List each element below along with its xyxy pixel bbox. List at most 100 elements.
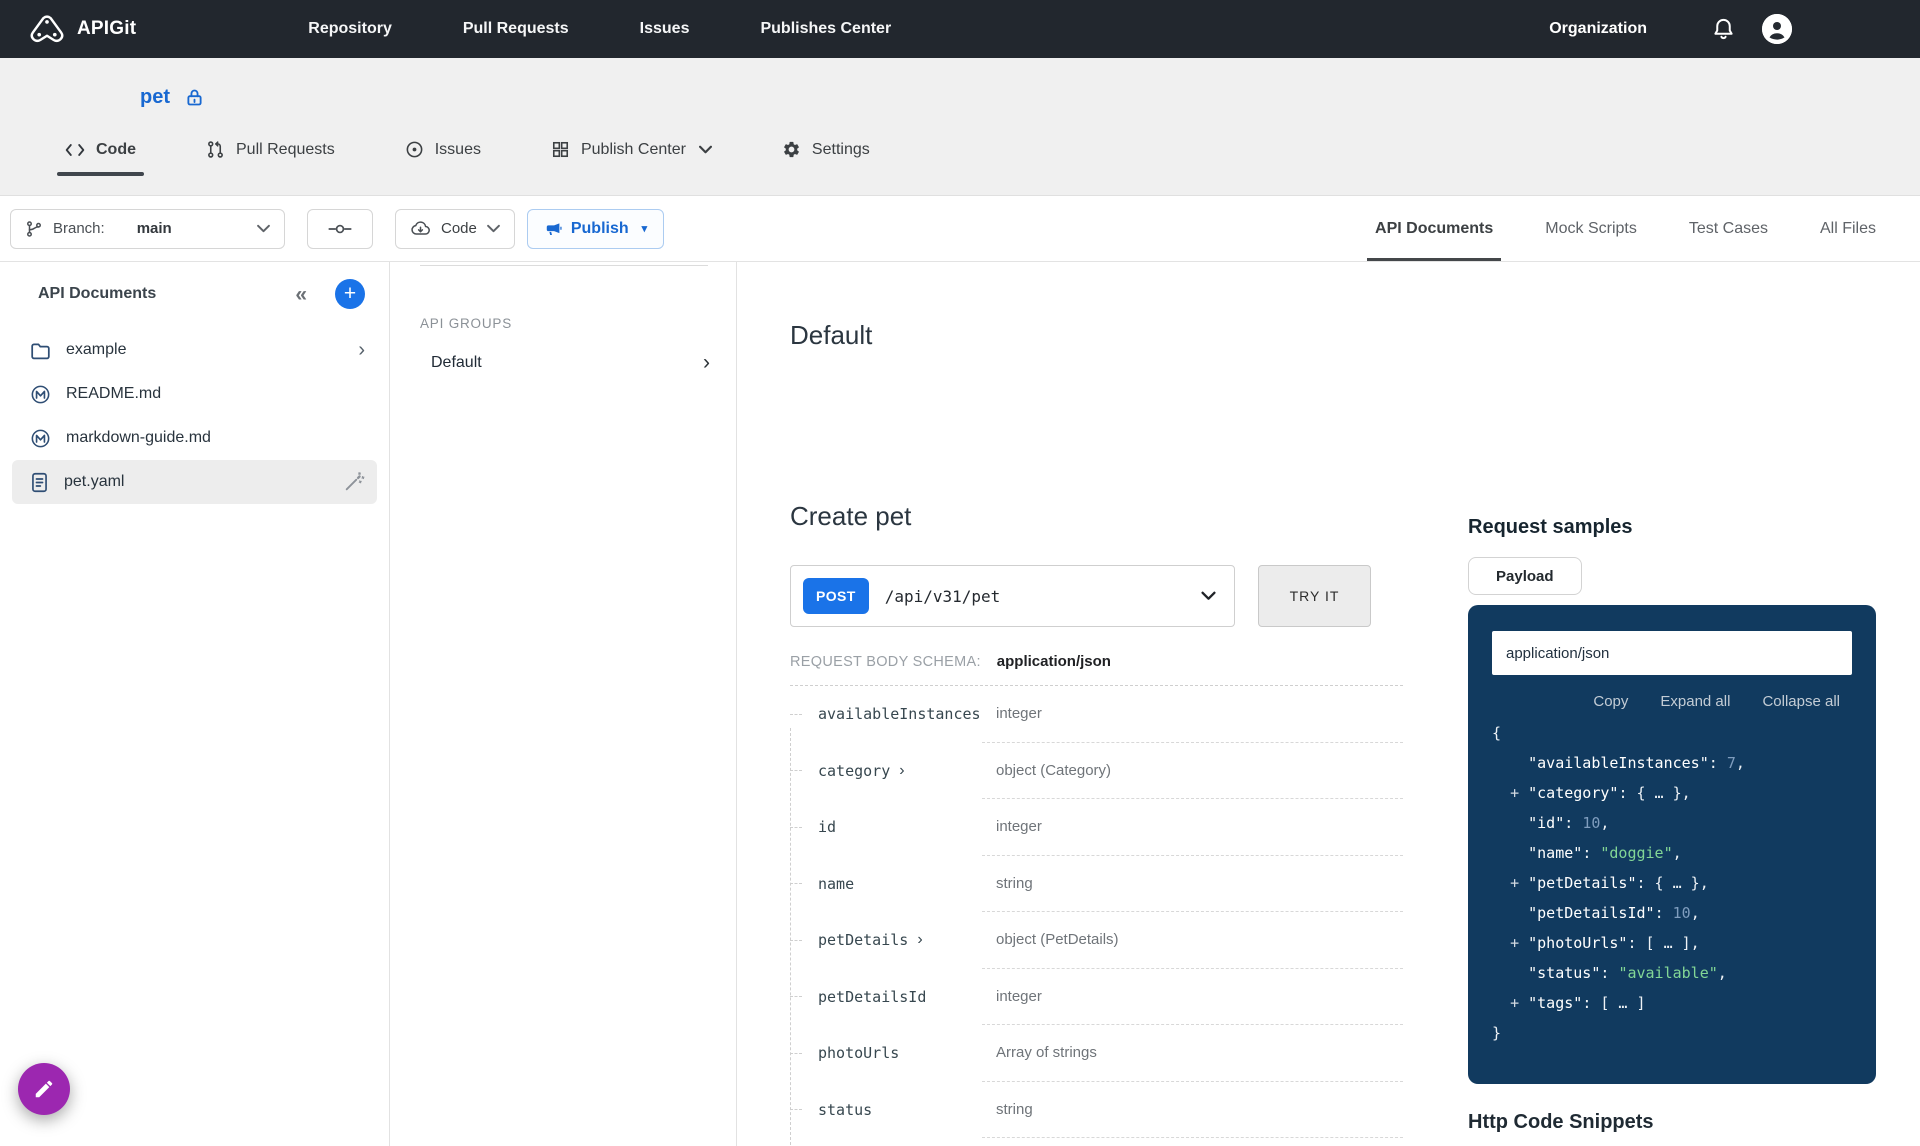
api-group-default[interactable]: Default › — [390, 351, 736, 375]
tab-settings[interactable]: Settings — [774, 140, 878, 175]
schema-field-status: status string — [790, 1082, 1403, 1139]
collapse-sidebar-icon[interactable]: « — [295, 284, 307, 305]
publish-center-caret-icon — [699, 145, 712, 154]
code-line: { — [1492, 718, 1852, 748]
file-row-markdown-guide[interactable]: markdown-guide.md — [12, 416, 377, 460]
field-type: object (PetDetails) — [982, 912, 1403, 969]
view-tab-mock-scripts[interactable]: Mock Scripts — [1545, 196, 1637, 261]
notifications-bell-icon[interactable] — [1711, 16, 1736, 42]
commits-button[interactable] — [307, 209, 373, 249]
code-line: + "photoUrls": [ … ], — [1492, 928, 1852, 958]
brand-name: APIGit — [77, 18, 136, 40]
file-name: markdown-guide.md — [66, 429, 211, 447]
api-groups-panel: API GROUPS Default › — [390, 262, 737, 1146]
schema-field-category[interactable]: category› object (Category) — [790, 743, 1403, 800]
apigit-logo-icon — [30, 14, 64, 44]
tab-issues[interactable]: Publish Center Issues — [397, 140, 489, 175]
nav-item-organization[interactable]: Organization — [1549, 20, 1647, 38]
add-file-button[interactable]: + — [335, 279, 365, 309]
commit-icon — [328, 221, 352, 237]
endpoint-row: POST /api/v31/pet TRY IT — [790, 565, 1403, 627]
request-samples-column: Request samples Payload Copy Expand all … — [1468, 262, 1876, 1146]
repo-tabs: Code Pull Requests Publish Center Issues… — [0, 133, 1920, 175]
operation-column: Default Create pet POST /api/v31/pet TRY… — [790, 262, 1403, 1138]
pencil-icon — [33, 1078, 55, 1100]
code-icon — [65, 142, 85, 158]
request-samples-title: Request samples — [1468, 516, 1876, 539]
group-chevron-icon: › — [703, 351, 710, 375]
file-row-readme[interactable]: README.md — [12, 372, 377, 416]
app-logo[interactable]: APIGit — [30, 14, 136, 44]
nav-item-publishes-center[interactable]: Publishes Center — [760, 20, 891, 38]
file-row-example[interactable]: example › — [12, 328, 377, 372]
user-avatar[interactable] — [1762, 14, 1792, 44]
schema-field-availableInstances: availableInstances integer — [790, 686, 1403, 743]
copy-action[interactable]: Copy — [1593, 693, 1628, 710]
http-method-badge: POST — [803, 578, 869, 614]
payload-code[interactable]: { "availableInstances": 7, + "category":… — [1492, 718, 1852, 1048]
endpoint-selector[interactable]: POST /api/v31/pet — [790, 565, 1235, 627]
file-sidebar: API Documents « + example › README.md — [0, 262, 390, 1146]
expand-all-action[interactable]: Expand all — [1660, 693, 1730, 710]
expand-field-icon[interactable]: › — [917, 931, 922, 949]
code-download-button[interactable]: Code — [395, 209, 515, 249]
schema-field-petDetails[interactable]: petDetails› object (PetDetails) — [790, 912, 1403, 969]
megaphone-icon — [544, 220, 562, 238]
api-doc-main: Default Create pet POST /api/v31/pet TRY… — [737, 262, 1920, 1146]
code-line: "name": "doggie", — [1492, 838, 1852, 868]
magic-wand-icon[interactable] — [343, 471, 365, 493]
folder-icon — [30, 341, 51, 360]
endpoint-path: /api/v31/pet — [885, 587, 1001, 606]
field-type: string — [982, 856, 1403, 913]
nav-item-pull-requests[interactable]: Pull Requests — [463, 20, 569, 38]
cloud-download-icon — [410, 220, 431, 237]
view-tab-all-files[interactable]: All Files — [1820, 196, 1876, 261]
request-body-schema-header: REQUEST BODY SCHEMA: application/json — [790, 653, 1403, 686]
repo-title-link[interactable]: pet — [140, 86, 170, 109]
repo-title-row: pet — [0, 58, 1920, 109]
file-row-pet-yaml[interactable]: pet.yaml — [12, 460, 377, 504]
try-it-button[interactable]: TRY IT — [1258, 565, 1371, 627]
api-groups-section-label: API GROUPS — [390, 316, 736, 331]
schema-field-petDetailsId: petDetailsId integer — [790, 969, 1403, 1026]
tab-code[interactable]: Code — [57, 141, 144, 175]
view-tab-test-cases[interactable]: Test Cases — [1689, 196, 1768, 261]
endpoint-chevron-icon — [1201, 591, 1216, 601]
expand-folder-icon[interactable]: › — [358, 339, 365, 362]
payload-tab-button[interactable]: Payload — [1468, 557, 1582, 595]
content-type-input[interactable] — [1492, 631, 1852, 675]
http-code-snippets-title: Http Code Snippets — [1468, 1111, 1876, 1134]
top-navigation-bar: APIGit Repository Pull Requests Issues P… — [0, 0, 1920, 58]
field-type: integer — [982, 969, 1403, 1026]
settings-gear-icon — [782, 140, 801, 159]
branch-selector[interactable]: Branch: main — [10, 209, 285, 249]
file-name: pet.yaml — [64, 473, 124, 491]
field-type: integer — [982, 799, 1403, 856]
code-button-label: Code — [441, 220, 477, 237]
field-type: integer — [982, 686, 1403, 743]
markdown-file-icon — [30, 384, 51, 405]
code-line: + "petDetails": { … }, — [1492, 868, 1852, 898]
code-line: "status": "available", — [1492, 958, 1852, 988]
yaml-file-icon — [30, 472, 49, 493]
code-chevron-icon — [487, 224, 500, 233]
edit-fab-button[interactable] — [18, 1063, 70, 1115]
publish-button[interactable]: Publish ▾ — [527, 209, 664, 249]
schema-label: REQUEST BODY SCHEMA: — [790, 654, 981, 670]
branch-label: Branch: — [53, 220, 105, 237]
tab-pull-requests[interactable]: Pull Requests — [198, 140, 343, 175]
view-tabs: API Documents Mock Scripts Test Cases Al… — [1375, 196, 1876, 261]
sidebar-header: API Documents « + — [0, 278, 389, 310]
nav-item-repository[interactable]: Repository — [308, 20, 392, 38]
nav-item-issues[interactable]: Issues — [640, 20, 690, 38]
expand-field-icon[interactable]: › — [899, 762, 904, 780]
code-line: "petDetailsId": 10, — [1492, 898, 1852, 928]
schema-field-name: name string — [790, 856, 1403, 913]
field-type: string — [982, 1082, 1403, 1139]
publish-caret-icon: ▾ — [642, 222, 648, 235]
tab-publish-center[interactable]: Publish Center — [543, 140, 720, 175]
collapse-all-action[interactable]: Collapse all — [1762, 693, 1840, 710]
main-nav: Repository Pull Requests Issues Publishe… — [308, 20, 891, 38]
code-line: "availableInstances": 7, — [1492, 748, 1852, 778]
view-tab-api-documents[interactable]: API Documents — [1375, 196, 1493, 261]
